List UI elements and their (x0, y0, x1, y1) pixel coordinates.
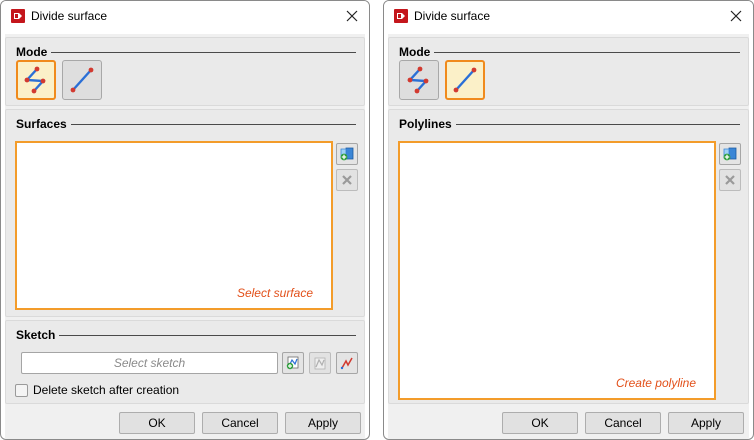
divider (59, 335, 356, 336)
delete-sketch-label: Delete sketch after creation (33, 383, 180, 397)
polylines-label: Polylines (399, 117, 452, 131)
mode-group-header: Mode (16, 45, 356, 59)
mode-group: Mode (388, 37, 749, 106)
remove-polyline-button[interactable] (719, 169, 741, 191)
surfaces-list[interactable]: Select surface (15, 141, 333, 310)
dialog-client-area: Mode (5, 34, 365, 439)
polylines-group-header: Polylines (399, 117, 740, 131)
remove-surface-button[interactable] (336, 169, 358, 191)
split-mode-icon (24, 66, 46, 94)
surfaces-label: Surfaces (16, 117, 67, 131)
add-polyline-button[interactable] (719, 143, 741, 165)
sketch-placeholder: Select sketch (113, 356, 186, 370)
ok-button[interactable]: OK (119, 412, 195, 434)
mode-line-button[interactable] (445, 60, 485, 100)
surfaces-hint: Select surface (236, 286, 313, 300)
mode-split-button[interactable] (399, 60, 439, 100)
remove-item-icon (342, 175, 352, 185)
line-mode-icon (70, 67, 94, 93)
add-surface-button[interactable] (336, 143, 358, 165)
draw-sketch-icon (340, 357, 353, 370)
mode-line-button[interactable] (62, 60, 102, 100)
divider (51, 52, 356, 53)
cancel-button[interactable]: Cancel (202, 412, 278, 434)
close-button[interactable] (719, 1, 753, 31)
close-icon (346, 10, 358, 22)
pick-sketch-icon (286, 356, 299, 370)
dialog-client-area: Mode (388, 34, 749, 439)
divide-surface-dialog-left: Divide surface Mode Surfaces Select surf… (0, 0, 370, 440)
dialog-title: Divide surface (414, 9, 491, 23)
delete-sketch-checkbox[interactable] (15, 383, 28, 397)
mode-group: Mode (5, 37, 365, 106)
add-item-icon (340, 147, 354, 161)
polylines-hint: Create polyline (615, 376, 696, 390)
edit-sketch-button[interactable] (309, 352, 331, 374)
pick-sketch-button[interactable] (282, 352, 304, 374)
app-icon (11, 9, 25, 23)
mode-label: Mode (399, 45, 431, 59)
ok-button[interactable]: OK (502, 412, 578, 434)
divider (434, 52, 740, 53)
cancel-button[interactable]: Cancel (585, 412, 661, 434)
app-icon (394, 9, 408, 23)
delete-sketch-row[interactable]: Delete sketch after creation (15, 383, 179, 397)
title-bar: Divide surface (1, 1, 369, 34)
edit-sketch-icon (314, 357, 326, 370)
draw-sketch-button[interactable] (336, 352, 358, 374)
divider (70, 124, 356, 125)
line-mode-icon (453, 67, 477, 93)
sketch-label: Sketch (16, 328, 56, 342)
sketch-input[interactable]: Select sketch (21, 352, 278, 374)
mode-label: Mode (16, 45, 48, 59)
remove-item-icon (725, 175, 735, 185)
polylines-group: Polylines Create polyline (388, 109, 749, 404)
polylines-list[interactable]: Create polyline (398, 141, 716, 400)
divider (455, 124, 740, 125)
apply-button[interactable]: Apply (285, 412, 361, 434)
divide-surface-dialog-right: Divide surface Mode Polylines Create pol… (383, 0, 754, 440)
title-bar: Divide surface (384, 1, 753, 34)
add-item-icon (723, 147, 737, 161)
surfaces-group: Surfaces Select surface (5, 109, 365, 317)
dialog-title: Divide surface (31, 9, 108, 23)
sketch-group-header: Sketch (16, 328, 356, 342)
mode-split-button[interactable] (16, 60, 56, 100)
surfaces-group-header: Surfaces (16, 117, 356, 131)
apply-button[interactable]: Apply (668, 412, 744, 434)
close-icon (730, 10, 742, 22)
mode-group-header: Mode (399, 45, 740, 59)
split-mode-icon (407, 66, 429, 94)
close-button[interactable] (335, 1, 369, 31)
